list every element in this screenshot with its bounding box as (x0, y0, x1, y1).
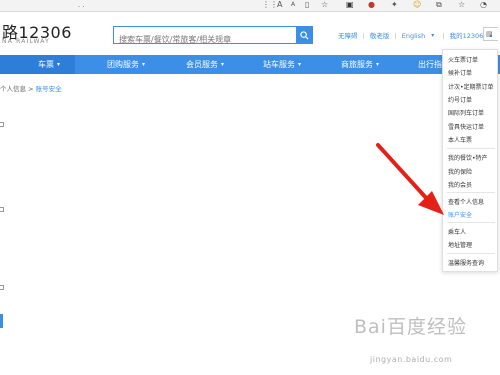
sidebar-edge-marker (0, 285, 4, 290)
breadcrumb: 个人信息 > 账号安全 (0, 85, 62, 93)
nav-station-service[interactable]: 站车服务 ▾ (263, 55, 301, 74)
menu-divider (447, 253, 495, 254)
menu-ski-gear-orders[interactable]: 雪具快运订单 (448, 122, 484, 131)
nav-business-travel[interactable]: 商旅服务 ▾ (341, 55, 379, 74)
shield-extension-icon[interactable]: ● (368, 0, 375, 10)
sidebar-button-edge[interactable] (0, 314, 3, 328)
split-screen-icon[interactable]: ▯ (305, 0, 309, 10)
address-bar-fragment[interactable]: . . (78, 1, 85, 9)
favorite-star-icon[interactable]: ☆ (321, 0, 328, 10)
menu-reservation-orders[interactable]: 约号订单 (448, 95, 472, 104)
search-icon (300, 30, 309, 40)
sidebar-edge-marker (0, 207, 4, 212)
breadcrumb-account-security: 账号安全 (35, 85, 62, 93)
menu-membership[interactable]: 我的会员 (448, 180, 472, 189)
read-aloud-icon[interactable]: A (277, 0, 282, 10)
nav-tickets[interactable]: 车票 ▾ (0, 55, 75, 74)
menu-periodic-ticket-orders[interactable]: 计次•定期票订单 (448, 82, 494, 91)
nav-group-service[interactable]: 团购服务 ▾ (107, 55, 145, 74)
menu-divider (447, 192, 495, 193)
watermark-url: jingyan.baidu.com (370, 355, 453, 364)
search-input[interactable] (114, 31, 296, 48)
menu-train-ticket-orders[interactable]: 火车票订单 (448, 55, 478, 64)
accessibility-link[interactable]: 无障碍 (338, 32, 358, 40)
search-button[interactable] (296, 26, 313, 44)
menu-catering[interactable]: 我的餐饮•特产 (448, 153, 488, 162)
sidebar-edge-marker (0, 122, 4, 127)
favorites-bar-icon[interactable]: ☆ (458, 0, 465, 10)
menu-divider (447, 222, 495, 223)
main-nav: 车票 ▾ 团购服务 ▾ 会员服务 ▾ 站车服务 ▾ 商旅服务 ▾ 出行指 (0, 55, 500, 74)
user-menu-fragment[interactable]: ▤ (483, 27, 498, 41)
extension-icon[interactable]: ▣ (346, 0, 354, 10)
menu-account-security[interactable]: 账户安全 (448, 210, 472, 219)
browser-toolbar: . . ⋮⋮ A A ▯ ☆ ▣ ● ✦ ☺ ⧉ ☆ ◔ (0, 0, 500, 12)
search-box (113, 26, 296, 48)
nav-travel-guide[interactable]: 出行指 (418, 55, 442, 74)
menu-address-management[interactable]: 地址管理 (448, 240, 472, 249)
menu-insurance[interactable]: 我的保险 (448, 167, 472, 176)
english-link[interactable]: English ▾ (402, 32, 438, 40)
menu-waitlist-orders[interactable]: 候补订单 (448, 68, 472, 77)
text-size-icon[interactable]: A (291, 0, 295, 10)
menu-service-query[interactable]: 温馨服务查询 (448, 258, 484, 267)
site-logo-subtitle: NA RAILWAY (2, 38, 50, 45)
menu-view-personal-info[interactable]: 查看个人信息 (448, 197, 484, 206)
screen: . . ⋮⋮ A A ▯ ☆ ▣ ● ✦ ☺ ⧉ ☆ ◔ 路12306 NA R… (0, 0, 500, 375)
puzzle-icon[interactable]: ✦ (391, 0, 398, 10)
collections-icon[interactable]: ⧉ (436, 0, 442, 10)
elder-mode-link[interactable]: 敬老版 (370, 32, 390, 40)
nav-member-service[interactable]: 会员服务 ▾ (186, 55, 224, 74)
menu-passengers[interactable]: 乘车人 (448, 227, 466, 236)
grid-icon[interactable]: ⋮⋮ (262, 0, 278, 10)
profile-icon[interactable]: ◔ (480, 0, 487, 10)
menu-divider (447, 148, 495, 149)
menu-international-orders[interactable]: 国际列车订单 (448, 108, 484, 117)
top-links: 无障碍 | 敬老版 | English▾ | 我的12306▴ | 您 (338, 30, 500, 40)
baidu-watermark: Bai百度经验 jingyan.baidu.com (354, 312, 474, 368)
face-extension-icon[interactable]: ☺ (413, 0, 421, 10)
my-12306-dropdown: 火车票订单 候补订单 计次•定期票订单 约号订单 国际列车订单 雪具快运订单 本… (442, 49, 498, 272)
menu-my-tickets[interactable]: 本人车票 (448, 135, 472, 144)
breadcrumb-personal-info[interactable]: 个人信息 (0, 85, 26, 93)
watermark-brand: Bai百度经验 (354, 316, 467, 338)
